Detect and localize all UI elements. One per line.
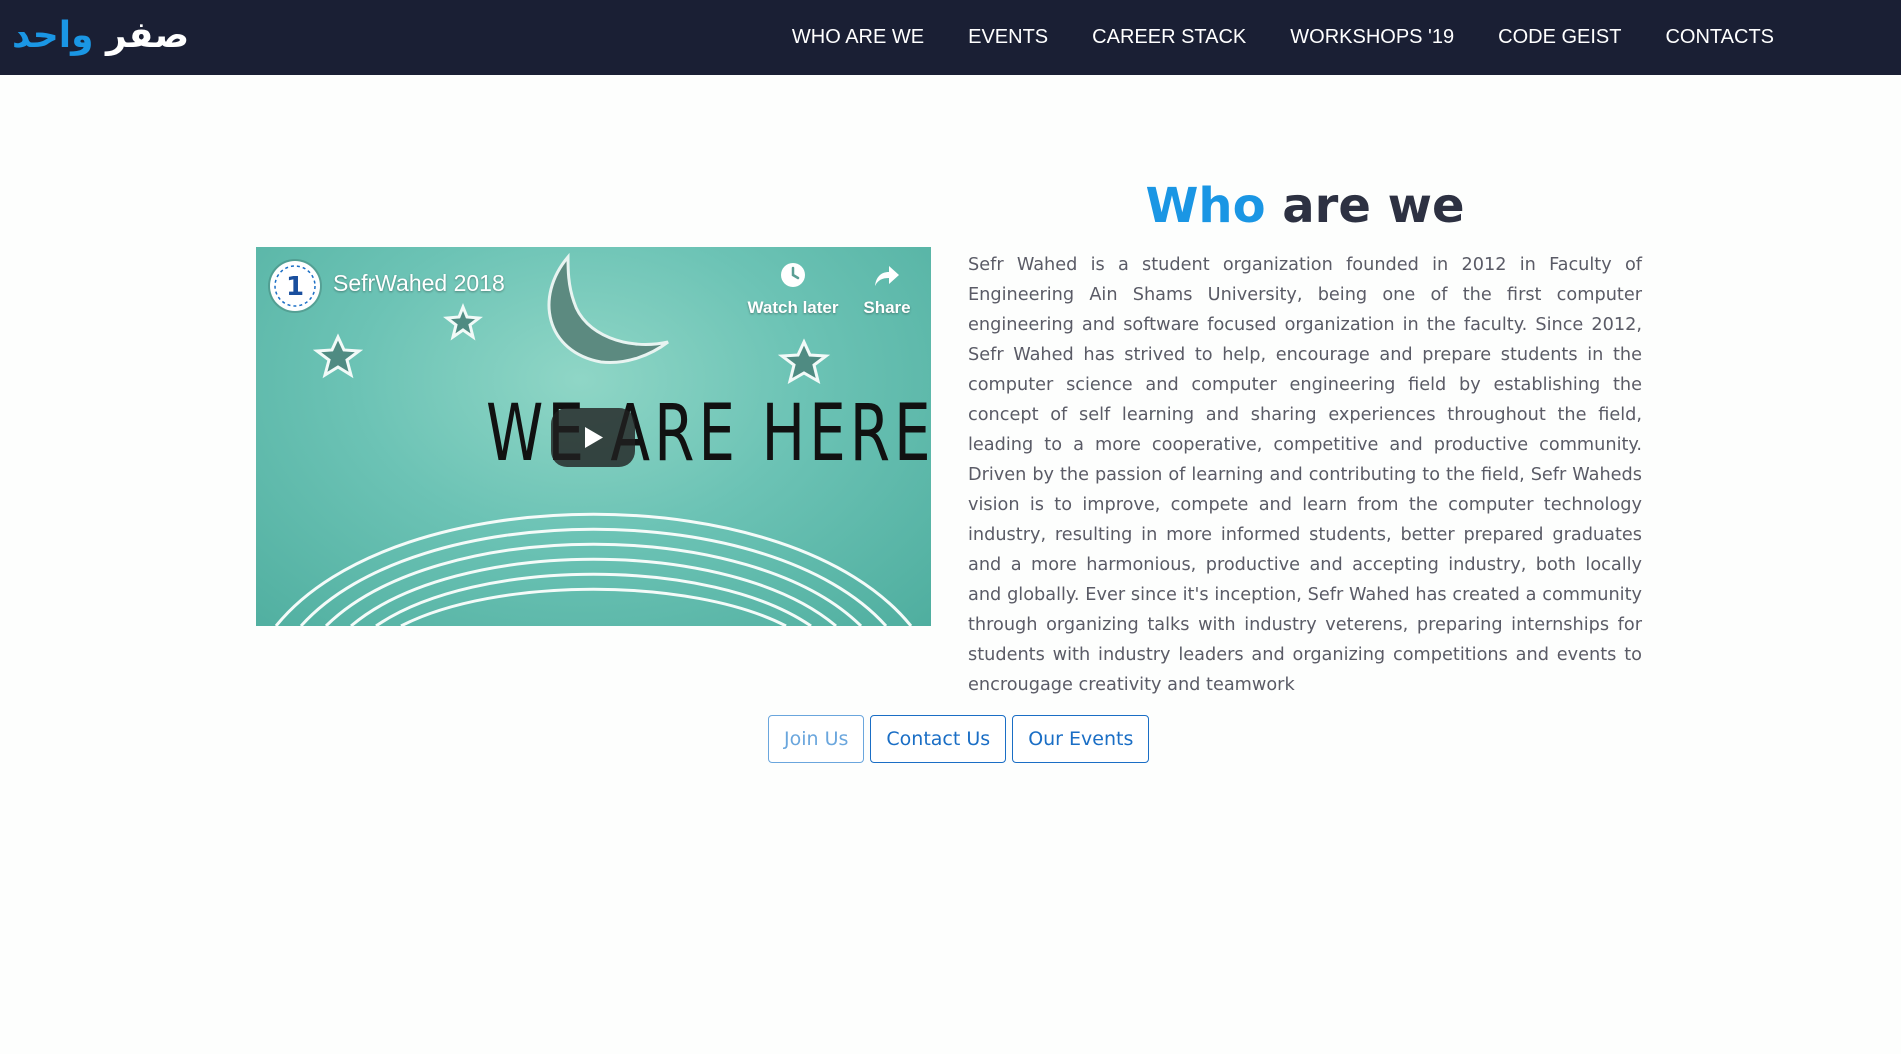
watch-later-label: Watch later	[747, 298, 839, 317]
brand-word-wahed: واحد	[12, 15, 94, 56]
join-us-button[interactable]: Join Us	[768, 715, 865, 763]
about-paragraph: Sefr Wahed is a student organization fou…	[968, 255, 1642, 695]
nav-item: WORKSHOPS '19	[1290, 26, 1454, 49]
clock-icon	[781, 263, 805, 287]
cta-button-group: Join Us Contact Us Our Events	[768, 715, 1150, 763]
our-events-button[interactable]: Our Events	[1012, 715, 1150, 763]
nav-item: CONTACTS	[1665, 26, 1774, 49]
page: صفر واحد WHO ARE WE EVENTS CAREER STACK …	[0, 0, 1901, 1054]
play-button[interactable]	[551, 408, 635, 467]
brand-logo[interactable]: صفر واحد	[12, 12, 189, 60]
share-label: Share	[863, 298, 911, 317]
nav-link-code-geist[interactable]: CODE GEIST	[1498, 26, 1621, 48]
video-title[interactable]: SefrWahed 2018	[333, 270, 505, 297]
page-title: Who are we	[968, 176, 1642, 236]
star-shape	[777, 338, 831, 385]
nav-link-career-stack[interactable]: CAREER STACK	[1092, 26, 1246, 48]
contact-us-button[interactable]: Contact Us	[870, 715, 1007, 763]
navbar: صفر واحد WHO ARE WE EVENTS CAREER STACK …	[0, 0, 1901, 75]
channel-badge-text: 1	[286, 272, 304, 302]
play-icon	[585, 427, 603, 448]
nav-item: EVENTS	[968, 26, 1048, 49]
nav-link-workshops[interactable]: WORKSHOPS '19	[1290, 26, 1454, 48]
nav-item: CODE GEIST	[1498, 26, 1621, 49]
title-accent: Who	[1145, 178, 1266, 234]
nav-link-contacts[interactable]: CONTACTS	[1665, 26, 1774, 48]
title-rest: are we	[1265, 178, 1465, 234]
brand-word-sefr: صفر	[106, 15, 190, 56]
channel-avatar[interactable]: 1	[270, 261, 320, 311]
decorative-arcs	[274, 512, 913, 626]
moon-shape	[547, 252, 669, 365]
share-button[interactable]: Share	[845, 261, 929, 318]
watch-later-button[interactable]: Watch later	[743, 261, 843, 318]
share-icon	[875, 266, 899, 286]
video-player[interactable]: WE ARE HERE 1 SefrWahed 2018 Watch later…	[256, 247, 931, 626]
star-shape	[443, 302, 483, 341]
nav-link-events[interactable]: EVENTS	[968, 26, 1048, 48]
star-shape	[312, 333, 364, 379]
nav-link-who-are-we[interactable]: WHO ARE WE	[792, 26, 924, 48]
nav-item: WHO ARE WE	[792, 26, 924, 49]
nav-item: CAREER STACK	[1092, 26, 1246, 49]
nav-menu: WHO ARE WE EVENTS CAREER STACK WORKSHOPS…	[792, 0, 1774, 75]
channel-logo-icon: 1	[274, 265, 316, 307]
